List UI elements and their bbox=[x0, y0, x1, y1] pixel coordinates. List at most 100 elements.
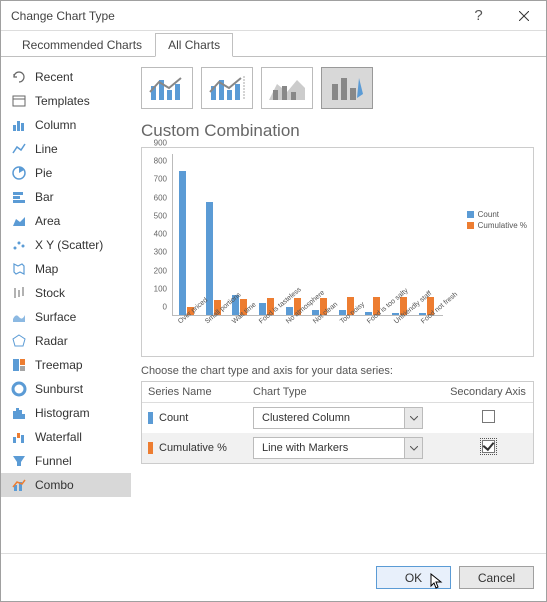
combo-icon bbox=[11, 477, 27, 493]
help-button[interactable]: ? bbox=[456, 1, 501, 31]
subtype-clustered-column-line[interactable] bbox=[141, 67, 193, 109]
series-color-marker bbox=[148, 412, 153, 424]
cursor-icon bbox=[430, 573, 444, 594]
waterfall-icon bbox=[11, 429, 27, 445]
funnel-icon bbox=[11, 453, 27, 469]
sidebar-item-label: X Y (Scatter) bbox=[35, 238, 103, 252]
sidebar-item-label: Surface bbox=[35, 310, 76, 324]
change-chart-type-dialog: Change Chart Type ? Recommended Charts A… bbox=[0, 0, 547, 602]
series-color-marker bbox=[148, 442, 153, 454]
sidebar-item-templates[interactable]: Templates bbox=[1, 89, 131, 113]
series-row: Count Clustered Column bbox=[142, 403, 533, 433]
sidebar-item-label: Combo bbox=[35, 478, 74, 492]
sidebar-item-label: Templates bbox=[35, 94, 90, 108]
sidebar-item-label: Bar bbox=[35, 190, 54, 204]
scatter-icon bbox=[11, 237, 27, 253]
sidebar-item-radar[interactable]: Radar bbox=[1, 329, 131, 353]
sidebar-item-label: Histogram bbox=[35, 406, 90, 420]
sidebar-item-surface[interactable]: Surface bbox=[1, 305, 131, 329]
chevron-down-icon bbox=[404, 408, 422, 428]
stock-icon bbox=[11, 285, 27, 301]
secondary-axis-checkbox[interactable] bbox=[482, 410, 495, 423]
subtype-clustered-column-line-secondary[interactable] bbox=[201, 67, 253, 109]
window-title: Change Chart Type bbox=[11, 9, 115, 23]
pie-icon bbox=[11, 165, 27, 181]
header-series-name: Series Name bbox=[142, 382, 247, 402]
sidebar-item-combo[interactable]: Combo bbox=[1, 473, 131, 497]
legend-label: Cumulative % bbox=[478, 221, 527, 230]
sidebar-item-histogram[interactable]: Histogram bbox=[1, 401, 131, 425]
sidebar-item-label: Treemap bbox=[35, 358, 83, 372]
subtype-custom-combination[interactable] bbox=[321, 67, 373, 109]
sidebar-item-xy-scatter[interactable]: X Y (Scatter) bbox=[1, 233, 131, 257]
bar-icon bbox=[11, 189, 27, 205]
header-secondary-axis: Secondary Axis bbox=[443, 382, 533, 402]
main-panel: Custom Combination 010020030040050060070… bbox=[131, 57, 546, 553]
histogram-icon bbox=[11, 405, 27, 421]
sidebar-item-label: Map bbox=[35, 262, 58, 276]
treemap-icon bbox=[11, 357, 27, 373]
secondary-axis-checkbox[interactable] bbox=[482, 440, 495, 453]
chart-type-select[interactable]: Line with Markers bbox=[253, 437, 423, 459]
sidebar-item-recent[interactable]: Recent bbox=[1, 65, 131, 89]
recent-icon bbox=[11, 69, 27, 85]
sidebar-item-label: Waterfall bbox=[35, 430, 82, 444]
titlebar-controls: ? bbox=[456, 1, 546, 31]
series-row: Cumulative % Line with Markers bbox=[142, 433, 533, 463]
chart-type-select[interactable]: Clustered Column bbox=[253, 407, 423, 429]
sidebar-item-label: Pie bbox=[35, 166, 52, 180]
sidebar-item-waterfall[interactable]: Waterfall bbox=[1, 425, 131, 449]
sidebar-item-label: Funnel bbox=[35, 454, 72, 468]
sidebar-item-sunburst[interactable]: Sunburst bbox=[1, 377, 131, 401]
chart-legend: Count Cumulative % bbox=[467, 208, 527, 232]
surface-icon bbox=[11, 309, 27, 325]
sidebar-item-label: Radar bbox=[35, 334, 68, 348]
sidebar-item-map[interactable]: Map bbox=[1, 257, 131, 281]
sidebar-item-column[interactable]: Column bbox=[1, 113, 131, 137]
close-button[interactable] bbox=[501, 1, 546, 31]
tab-recommended-charts[interactable]: Recommended Charts bbox=[9, 33, 155, 57]
sidebar-item-label: Recent bbox=[35, 70, 73, 84]
sidebar-item-label: Area bbox=[35, 214, 60, 228]
column-icon bbox=[11, 117, 27, 133]
series-name: Cumulative % bbox=[159, 442, 227, 454]
series-table-header: Series Name Chart Type Secondary Axis bbox=[142, 382, 533, 403]
sidebar-item-label: Line bbox=[35, 142, 58, 156]
combo-subtypes-row bbox=[141, 67, 534, 109]
x-axis-labels: Over pricedSmall portionsWait timeFood i… bbox=[172, 316, 443, 356]
titlebar: Change Chart Type ? bbox=[1, 1, 546, 31]
chart-category-sidebar: Recent Templates Column Line Pie Bar bbox=[1, 57, 131, 553]
section-title: Custom Combination bbox=[141, 121, 534, 141]
sidebar-item-stock[interactable]: Stock bbox=[1, 281, 131, 305]
sidebar-item-bar[interactable]: Bar bbox=[1, 185, 131, 209]
sidebar-item-label: Sunburst bbox=[35, 382, 83, 396]
radar-icon bbox=[11, 333, 27, 349]
y-axis: 0100200300400500600700800900 bbox=[142, 154, 170, 316]
sidebar-item-label: Column bbox=[35, 118, 76, 132]
chart-type-value: Line with Markers bbox=[262, 442, 348, 454]
chevron-down-icon bbox=[404, 438, 422, 458]
line-icon bbox=[11, 141, 27, 157]
chart-type-value: Clustered Column bbox=[262, 412, 350, 424]
subtype-stacked-area-column[interactable] bbox=[261, 67, 313, 109]
ok-button[interactable]: OK bbox=[376, 566, 451, 589]
sidebar-item-area[interactable]: Area bbox=[1, 209, 131, 233]
sidebar-item-line[interactable]: Line bbox=[1, 137, 131, 161]
cancel-button[interactable]: Cancel bbox=[459, 566, 534, 589]
header-chart-type: Chart Type bbox=[247, 382, 443, 402]
legend-label: Count bbox=[478, 210, 499, 219]
series-table: Series Name Chart Type Secondary Axis Co… bbox=[141, 381, 534, 464]
area-icon bbox=[11, 213, 27, 229]
choose-series-label: Choose the chart type and axis for your … bbox=[141, 365, 534, 377]
dialog-footer: OK Cancel bbox=[1, 553, 546, 601]
tab-all-charts[interactable]: All Charts bbox=[155, 33, 233, 57]
map-icon bbox=[11, 261, 27, 277]
sidebar-item-funnel[interactable]: Funnel bbox=[1, 449, 131, 473]
series-name: Count bbox=[159, 412, 188, 424]
sidebar-item-pie[interactable]: Pie bbox=[1, 161, 131, 185]
chart-preview[interactable]: 0100200300400500600700800900 Over priced… bbox=[141, 147, 534, 357]
tabs-row: Recommended Charts All Charts bbox=[1, 31, 546, 57]
sidebar-item-treemap[interactable]: Treemap bbox=[1, 353, 131, 377]
sidebar-item-label: Stock bbox=[35, 286, 65, 300]
templates-icon bbox=[11, 93, 27, 109]
